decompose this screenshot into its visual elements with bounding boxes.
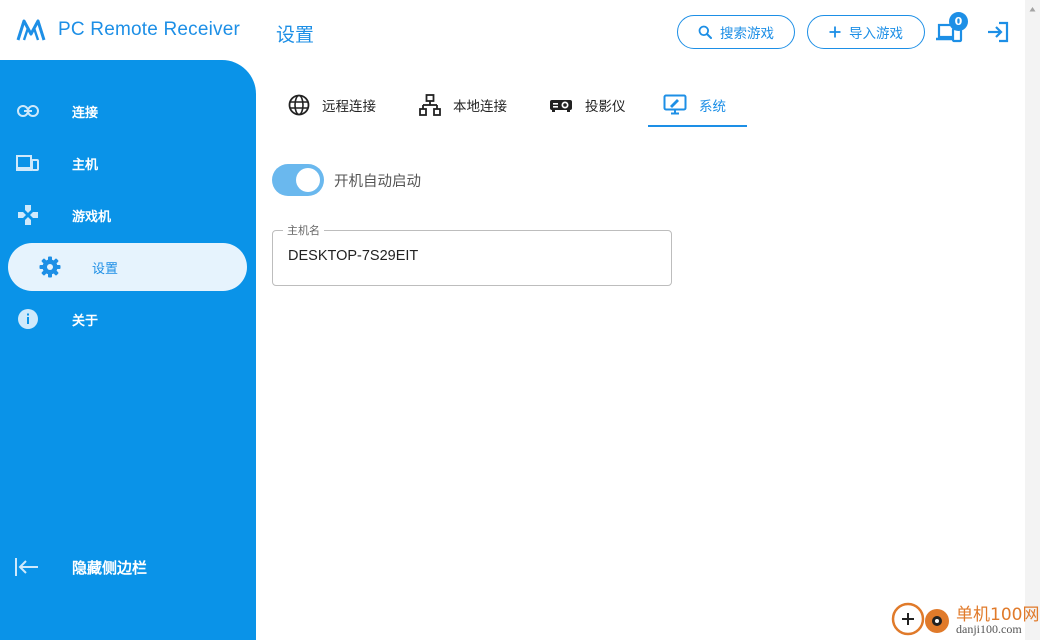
hide-sidebar-label: 隐藏侧边栏 bbox=[72, 558, 148, 577]
computer-icon bbox=[16, 151, 40, 175]
tab-label: 本地连接 bbox=[453, 99, 507, 115]
login-icon[interactable] bbox=[986, 21, 1010, 43]
autostart-toggle[interactable] bbox=[272, 164, 324, 196]
gamepad-icon bbox=[16, 203, 40, 227]
hostname-value[interactable]: DESKTOP-7S29EIT bbox=[288, 248, 418, 264]
tab-remote-connection[interactable]: 远程连接 bbox=[288, 84, 376, 126]
info-icon bbox=[16, 307, 40, 331]
search-icon bbox=[698, 25, 712, 39]
hostname-label: 主机名 bbox=[283, 222, 324, 238]
scrollbar[interactable] bbox=[1025, 0, 1040, 640]
tab-label: 远程连接 bbox=[322, 99, 376, 115]
plus-icon bbox=[829, 26, 841, 38]
sidebar-item-label: 连接 bbox=[72, 105, 99, 121]
tab-projector[interactable]: 投影仪 bbox=[549, 84, 626, 126]
watermark-url: danji100.com bbox=[956, 622, 1022, 636]
sidebar-item-label: 关于 bbox=[72, 313, 99, 329]
globe-icon bbox=[288, 94, 310, 116]
hide-sidebar-button[interactable]: 隐藏侧边栏 bbox=[14, 556, 147, 578]
tab-label: 投影仪 bbox=[585, 99, 626, 115]
sidebar-item-connection[interactable]: 连接 bbox=[8, 87, 247, 135]
collapse-sidebar-icon bbox=[15, 558, 38, 576]
sidebar-item-label: 主机 bbox=[72, 157, 99, 173]
tab-label: 系统 bbox=[699, 99, 726, 115]
monitor-icon bbox=[663, 94, 687, 115]
sidebar-item-label: 游戏机 bbox=[72, 209, 112, 225]
sidebar-item-label: 设置 bbox=[92, 261, 119, 277]
app-title: PC Remote Receiver bbox=[58, 19, 241, 40]
logo-icon bbox=[16, 19, 46, 41]
import-games-label: 导入游戏 bbox=[849, 26, 903, 42]
search-games-label: 搜索游戏 bbox=[720, 26, 774, 42]
network-icon bbox=[419, 94, 441, 116]
import-games-button[interactable]: 导入游戏 bbox=[807, 15, 925, 49]
sidebar: 连接 主机 游戏机 设置 关于 隐藏侧边栏 bbox=[0, 60, 256, 640]
link-icon bbox=[16, 99, 40, 123]
active-tab-indicator bbox=[648, 125, 747, 127]
sidebar-item-console[interactable]: 游戏机 bbox=[8, 191, 247, 239]
sidebar-item-host[interactable]: 主机 bbox=[8, 139, 247, 187]
search-games-button[interactable]: 搜索游戏 bbox=[677, 15, 795, 49]
sidebar-item-settings[interactable]: 设置 bbox=[8, 243, 247, 291]
sidebar-item-about[interactable]: 关于 bbox=[8, 295, 247, 343]
app-header: PC Remote Receiver 设置 搜索游戏 导入游戏 0 bbox=[0, 0, 1040, 62]
projector-icon bbox=[550, 100, 572, 112]
tab-system[interactable]: 系统 bbox=[663, 84, 726, 126]
device-count-badge: 0 bbox=[949, 12, 968, 31]
scroll-up-arrow-icon[interactable] bbox=[1029, 6, 1036, 12]
gear-icon bbox=[38, 255, 62, 279]
page-title: 设置 bbox=[276, 24, 315, 46]
tab-local-connection[interactable]: 本地连接 bbox=[419, 84, 507, 126]
toggle-knob bbox=[296, 168, 320, 192]
autostart-label: 开机自动启动 bbox=[334, 174, 421, 190]
